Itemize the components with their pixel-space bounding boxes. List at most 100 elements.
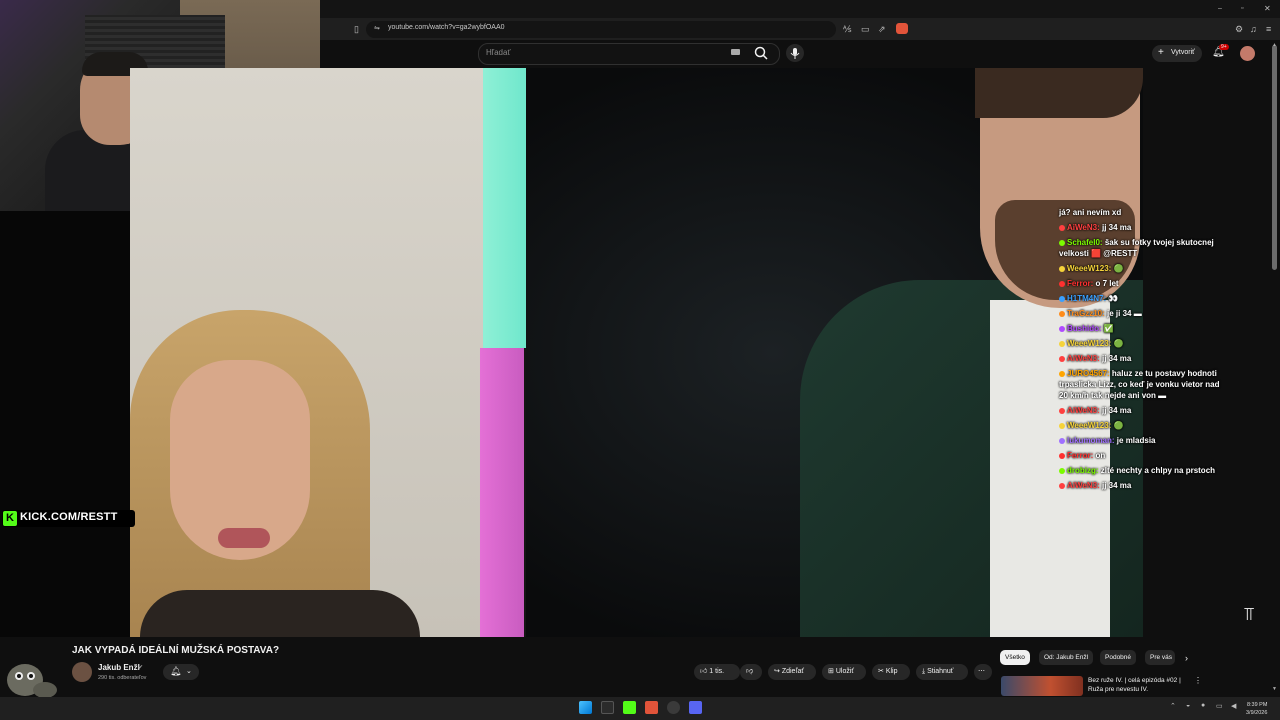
chat-username[interactable]: TraGzz10: xyxy=(1067,309,1105,318)
chat-text: jj 34 ma xyxy=(1101,406,1132,415)
chat-username[interactable]: Schafel0: xyxy=(1067,238,1103,247)
chat-message: WeeeW123: 🟢 xyxy=(1059,420,1229,431)
chat-username[interactable]: WeeeW123: xyxy=(1067,421,1111,430)
chat-text: 🟢 xyxy=(1113,339,1124,348)
chevron-down-icon: ⌄ xyxy=(186,668,192,675)
chip-from-channel[interactable]: Od: Jakub Enžl xyxy=(1039,650,1094,665)
chat-message: WeeeW123: 🟢 xyxy=(1059,263,1229,274)
like-button[interactable]: 👍︎ 1 tis. xyxy=(694,664,740,680)
chip-all[interactable]: Všetko xyxy=(1000,650,1030,665)
chat-username[interactable]: Ferror: xyxy=(1067,279,1093,288)
chat-message: Schafel0: šak su fotky tvojej skutocnej … xyxy=(1059,237,1229,259)
dislike-button[interactable]: 👎︎ xyxy=(740,664,762,680)
chat-text: jj 34 ma xyxy=(1101,223,1132,232)
left-blank-area xyxy=(0,211,130,637)
bell-icon: 🔔︎ xyxy=(170,666,182,676)
save-button[interactable]: ⊞ Uložiť xyxy=(822,664,866,680)
chat-username[interactable]: Bushido: xyxy=(1067,324,1102,333)
chat-message: Ferror: o 7 let xyxy=(1059,278,1229,289)
chat-badge-icon xyxy=(1059,310,1065,317)
tray-network-icon[interactable]: ◒ xyxy=(1186,702,1190,709)
scroll-down-icon[interactable]: ▼ xyxy=(1272,686,1277,692)
account-avatar[interactable] xyxy=(1240,46,1255,61)
save-icon: ⊞ xyxy=(828,668,834,675)
chat-text: jj 34 ma xyxy=(1101,481,1132,490)
taskbar-clock[interactable]: 8:39 PM 3/9/2026 xyxy=(1246,701,1267,717)
bookmark-icon[interactable]: ▯ xyxy=(354,24,359,35)
xbox-icon[interactable] xyxy=(601,701,614,714)
translate-icon[interactable]: ⅍ xyxy=(843,24,852,34)
chat-badge-icon xyxy=(1059,239,1065,246)
media-icon[interactable]: ♫ xyxy=(1250,24,1257,34)
tray-volume-icon[interactable]: ◀ xyxy=(1231,702,1236,710)
channel-watermark-icon[interactable]: ⫪ xyxy=(1244,604,1254,625)
minimize-icon[interactable]: – xyxy=(1218,5,1222,12)
chevron-right-icon[interactable]: › xyxy=(1185,653,1188,663)
extensions-icon[interactable]: ⚙ xyxy=(1235,24,1243,35)
chat-message: AiWeN3: jj 34 ma xyxy=(1059,353,1229,364)
channel-name[interactable]: Jakub Enžl xyxy=(98,663,140,672)
chat-message: WeeeW123: 🟢 xyxy=(1059,338,1229,349)
kick-app-icon[interactable] xyxy=(623,701,636,714)
tray-mic-icon[interactable]: ● xyxy=(1201,702,1205,709)
chat-username[interactable]: WeeeW123: xyxy=(1067,264,1111,273)
chip-related[interactable]: Podobné xyxy=(1100,650,1137,665)
chat-badge-icon xyxy=(1059,437,1065,444)
chat-text: zlté nechty a chlpy na prstoch xyxy=(1100,466,1216,475)
share-button[interactable]: ↪ Zdieľať xyxy=(768,664,816,680)
maximize-icon[interactable]: ▫ xyxy=(1241,5,1243,12)
discord-icon[interactable] xyxy=(689,701,702,714)
clock-date: 3/9/2026 xyxy=(1246,710,1268,716)
chat-username[interactable]: Ferror: xyxy=(1067,451,1093,460)
address-bar-url: youtube.com/watch?v=ga2wybfOAA0 xyxy=(388,24,505,31)
search-button[interactable] xyxy=(748,44,774,62)
create-button[interactable]: + Vytvoriť xyxy=(1152,45,1202,62)
chat-message: TraGzz10: je ji 34 ▬ xyxy=(1059,308,1229,319)
chat-username[interactable]: JURO4567: xyxy=(1067,369,1110,378)
more-vertical-icon[interactable]: ⋮ xyxy=(1194,676,1202,685)
voice-search-button[interactable] xyxy=(786,44,804,62)
share-page-icon[interactable]: ⇗ xyxy=(878,24,886,35)
subscriber-count: 290 tis. odberateľov xyxy=(98,675,147,681)
chat-username[interactable]: WeeeW123: xyxy=(1067,339,1111,348)
picture-in-picture-icon[interactable]: ▭ xyxy=(861,24,870,35)
chat-username[interactable]: AiWeN3: xyxy=(1067,223,1100,232)
chat-badge-icon xyxy=(1059,340,1065,347)
chat-username[interactable]: drobizg: xyxy=(1067,466,1099,475)
menu-icon[interactable]: ≡ xyxy=(1266,24,1271,34)
video-title: JAK VYPADÁ IDEÁLNÍ MUŽSKÁ POSTAVA? xyxy=(72,645,280,656)
chat-username[interactable]: H1TM4N7: xyxy=(1067,294,1106,303)
brave-shield-icon[interactable] xyxy=(896,23,908,34)
chat-badge-icon xyxy=(1059,467,1065,474)
site-info-icon[interactable]: ⇋ xyxy=(374,24,380,32)
close-icon[interactable]: ✕ xyxy=(1264,4,1271,13)
tray-monitor-icon[interactable]: ▭ xyxy=(1216,702,1223,710)
chat-username[interactable]: AiWeN3: xyxy=(1067,406,1100,415)
chat-message: JURO4567: haluz ze tu postavy hodnoti tr… xyxy=(1059,368,1229,401)
subscription-bell-button[interactable]: 🔔︎ ⌄ xyxy=(163,664,199,680)
chat-badge-icon xyxy=(1059,224,1065,231)
recommendation-thumbnail[interactable] xyxy=(1001,676,1083,696)
plus-icon: + xyxy=(1158,47,1164,58)
clip-button[interactable]: ✂ Klip xyxy=(872,664,910,680)
chat-username[interactable]: AiWeN3: xyxy=(1067,354,1100,363)
search-placeholder: Hľadať xyxy=(486,48,511,57)
page-scrollbar-thumb[interactable] xyxy=(1272,45,1277,270)
download-button[interactable]: ⤓ Stiahnuť xyxy=(916,664,968,680)
chat-badge-icon xyxy=(1059,452,1065,459)
recommendation-title[interactable]: Bez ruže IV. | celá epizóda #02 | Ruža p… xyxy=(1088,676,1188,694)
channel-avatar[interactable] xyxy=(72,662,92,682)
chat-badge-icon xyxy=(1059,295,1065,302)
chat-username[interactable]: lukumoman: xyxy=(1067,436,1115,445)
chip-for-you[interactable]: Pre vás xyxy=(1145,650,1175,665)
download-icon: ⤓ xyxy=(922,668,926,675)
scroll-up-icon[interactable]: ▲ xyxy=(1272,42,1277,48)
windows-start-icon[interactable] xyxy=(579,701,592,714)
keyboard-icon[interactable] xyxy=(731,49,740,55)
obs-icon[interactable] xyxy=(667,701,680,714)
chat-username[interactable]: AiWeN3: xyxy=(1067,481,1100,490)
more-actions-button[interactable]: ⋯ xyxy=(974,664,992,680)
chat-text: 👀 xyxy=(1108,294,1119,303)
brave-browser-icon[interactable] xyxy=(645,701,658,714)
tray-chevron-up-icon[interactable]: ⌃ xyxy=(1170,702,1176,710)
